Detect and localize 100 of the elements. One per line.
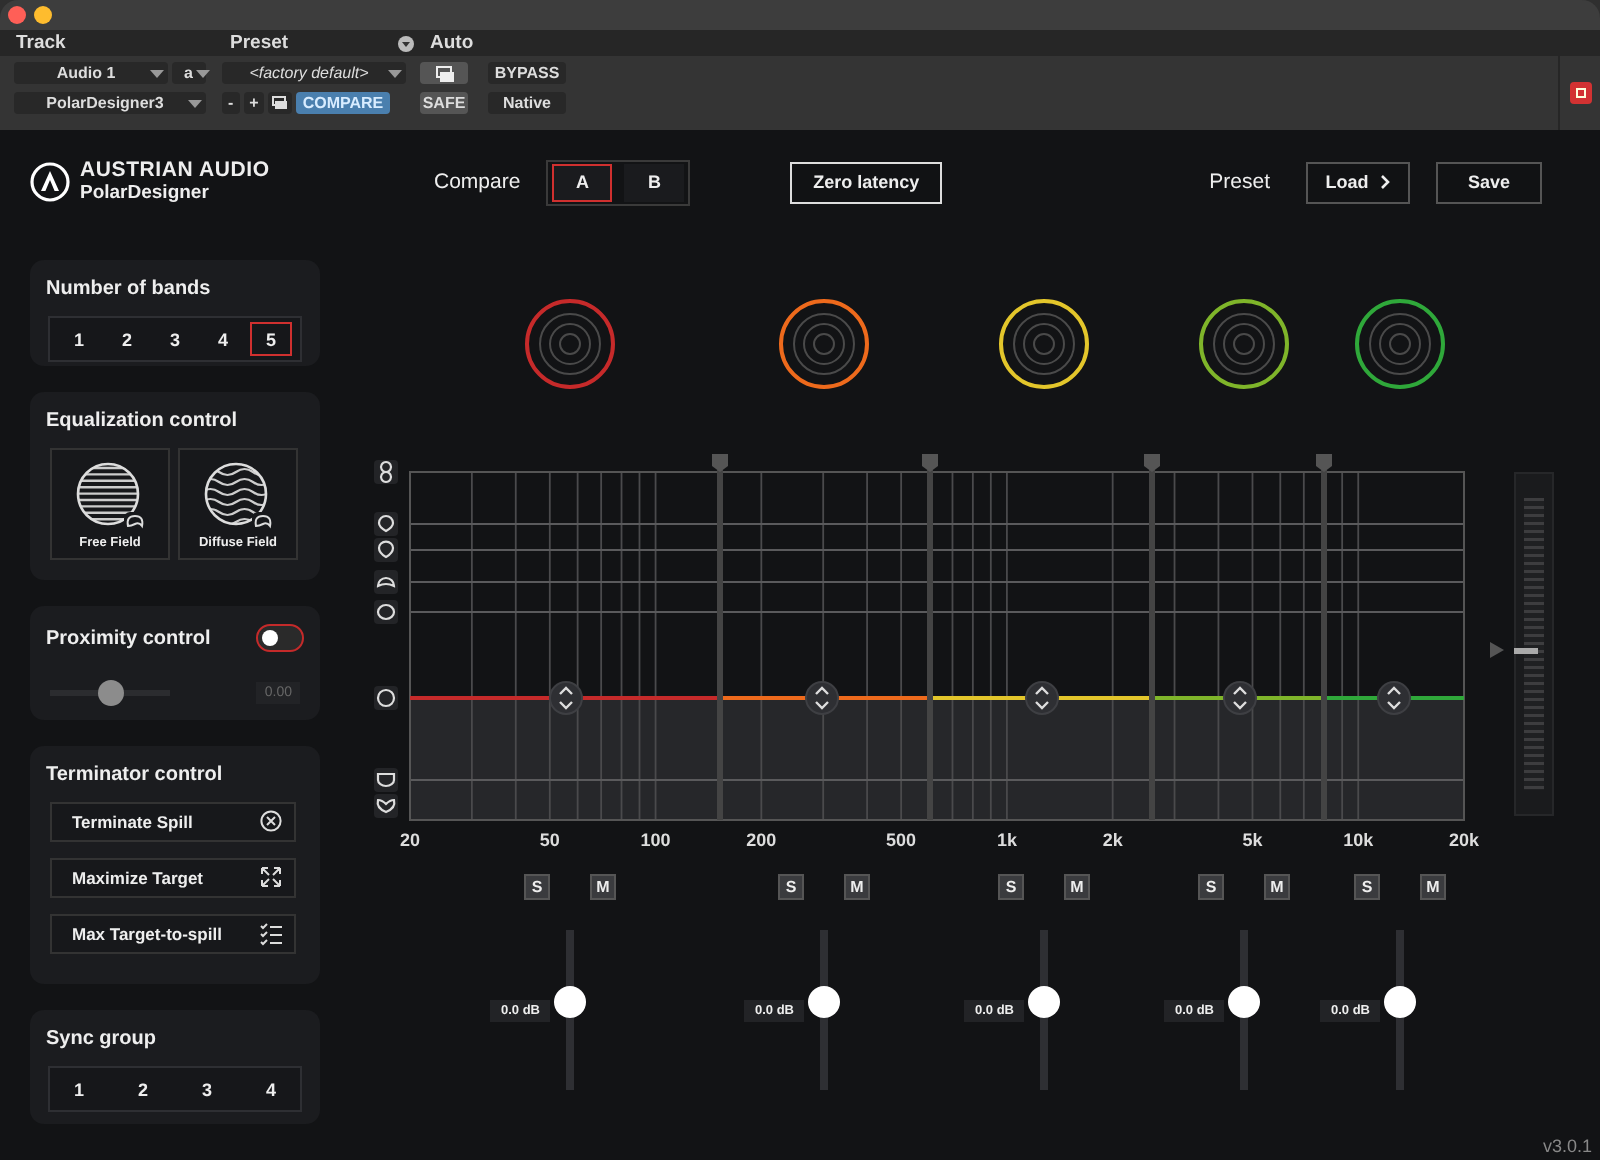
checklist-icon	[260, 922, 282, 946]
bypass-button[interactable]: BYPASS	[488, 62, 566, 84]
plus-button[interactable]: +	[243, 92, 265, 114]
axis-label: 20k	[1448, 830, 1480, 850]
striped-sphere-icon	[74, 459, 146, 531]
crossover-handle[interactable]	[1316, 454, 1332, 820]
output-slider[interactable]	[1490, 472, 1560, 816]
polar-pattern-display[interactable]	[776, 296, 872, 392]
polar-pattern-icon[interactable]	[374, 460, 398, 484]
panel-title: Number of bands	[46, 278, 213, 300]
caret-icon	[188, 99, 202, 107]
safe-button[interactable]: SAFE	[420, 92, 468, 114]
solo-button[interactable]: S	[1354, 874, 1380, 900]
crossover-handle[interactable]	[1144, 454, 1160, 820]
axis-label: 20	[400, 830, 420, 850]
option-button[interactable]: 4	[250, 1072, 292, 1106]
mute-button[interactable]: M	[590, 874, 616, 900]
slider-thumb[interactable]	[808, 986, 840, 1018]
load-button[interactable]: Load	[1306, 161, 1410, 203]
polar-pattern-icon[interactable]	[374, 538, 398, 562]
option-button[interactable]: 1	[58, 322, 100, 356]
option-button[interactable]: 3	[154, 322, 196, 356]
mute-button[interactable]: M	[844, 874, 870, 900]
option-button[interactable]: 3	[186, 1072, 228, 1106]
track-dropdown[interactable]: Audio 1	[14, 62, 168, 84]
mute-button[interactable]: M	[1264, 874, 1290, 900]
minimize-dot-icon[interactable]	[34, 6, 52, 24]
terminator-button[interactable]: Max Target-to-spill	[50, 914, 296, 954]
column-header: Track	[16, 32, 66, 54]
zero-latency-button[interactable]: Zero latency	[790, 161, 943, 203]
terminator-button[interactable]: Terminate Spill	[50, 802, 296, 842]
axis-label: 500	[886, 830, 917, 850]
square-icon	[1575, 88, 1585, 98]
band-handle[interactable]	[1025, 681, 1059, 715]
polar-pattern-display[interactable]	[1352, 296, 1448, 392]
compare-label: Compare	[434, 170, 521, 194]
compare-icon-button[interactable]	[268, 92, 293, 114]
band-handle[interactable]	[1377, 681, 1411, 715]
solo-button[interactable]: S	[778, 874, 804, 900]
polar-pattern-icon[interactable]	[374, 512, 398, 536]
automation-button[interactable]	[420, 62, 468, 84]
windows-icon	[435, 65, 453, 81]
axis-label: 200	[746, 830, 777, 850]
terminator-button[interactable]: Maximize Target	[50, 858, 296, 898]
panel-title: Equalization control	[46, 410, 240, 432]
slider-thumb[interactable]	[554, 986, 586, 1018]
polar-pattern-icon[interactable]	[374, 794, 398, 818]
solo-button[interactable]: S	[524, 874, 550, 900]
compare-tab[interactable]: B	[624, 163, 685, 201]
target-button[interactable]	[1569, 82, 1591, 104]
preset-dropdown[interactable]: <factory default>	[222, 62, 406, 84]
axis-label: 50	[539, 830, 560, 850]
option-button[interactable]: 1	[58, 1072, 100, 1106]
mute-button[interactable]: M	[1420, 874, 1446, 900]
close-dot-icon[interactable]	[8, 6, 26, 24]
product-name: PolarDesigner	[80, 182, 211, 204]
panel-title: Terminator control	[46, 764, 225, 786]
plugin-dropdown[interactable]: PolarDesigner3	[14, 92, 206, 114]
version-label: v3.0.1	[1542, 1136, 1592, 1156]
expand-arrows-icon	[260, 866, 282, 890]
wavy-sphere-icon	[202, 459, 274, 531]
brand-name: AUSTRIAN AUDIO	[80, 160, 270, 182]
axis-label: 1k	[996, 830, 1017, 850]
crossover-handle[interactable]	[712, 454, 728, 820]
option-button[interactable]: 5	[250, 322, 292, 356]
cancel-icon	[260, 810, 282, 834]
dropdown-circle-icon[interactable]	[398, 35, 414, 51]
slider-thumb[interactable]	[1384, 986, 1416, 1018]
polar-pattern-icon[interactable]	[374, 570, 398, 594]
save-button[interactable]: Save	[1436, 161, 1542, 203]
polar-pattern-display[interactable]	[1196, 296, 1292, 392]
axis-label: 10k	[1343, 830, 1374, 850]
slider-thumb[interactable]	[1228, 986, 1260, 1018]
native-button[interactable]: Native	[488, 92, 566, 114]
windows-icon	[272, 96, 289, 110]
band-handle[interactable]	[549, 681, 583, 715]
crossover-handle[interactable]	[922, 454, 938, 820]
proximity-toggle[interactable]	[256, 624, 304, 652]
polar-pattern-icon[interactable]	[374, 686, 398, 710]
slider-thumb[interactable]	[98, 680, 124, 706]
band-handle[interactable]	[1223, 681, 1257, 715]
mute-button[interactable]: M	[1064, 874, 1090, 900]
band-handle[interactable]	[805, 681, 839, 715]
axis-label: 2k	[1102, 830, 1123, 850]
polar-pattern-display[interactable]	[996, 296, 1092, 392]
caret-icon	[196, 69, 211, 77]
compare-tab[interactable]: A	[552, 163, 613, 201]
slider-thumb[interactable]	[1028, 986, 1060, 1018]
solo-button[interactable]: S	[1198, 874, 1224, 900]
axis-label: 5k	[1242, 830, 1263, 850]
option-button[interactable]: 2	[122, 1072, 164, 1106]
minus-button[interactable]: -	[222, 92, 240, 114]
polar-pattern-icon[interactable]	[374, 768, 398, 792]
caret-icon	[388, 69, 402, 77]
compare-button[interactable]: COMPARE	[296, 92, 390, 114]
track-dropdown[interactable]: a	[172, 62, 206, 84]
option-button[interactable]: 2	[106, 322, 148, 356]
option-button[interactable]: 4	[202, 322, 244, 356]
polar-pattern-icon[interactable]	[374, 600, 398, 624]
solo-button[interactable]: S	[998, 874, 1024, 900]
